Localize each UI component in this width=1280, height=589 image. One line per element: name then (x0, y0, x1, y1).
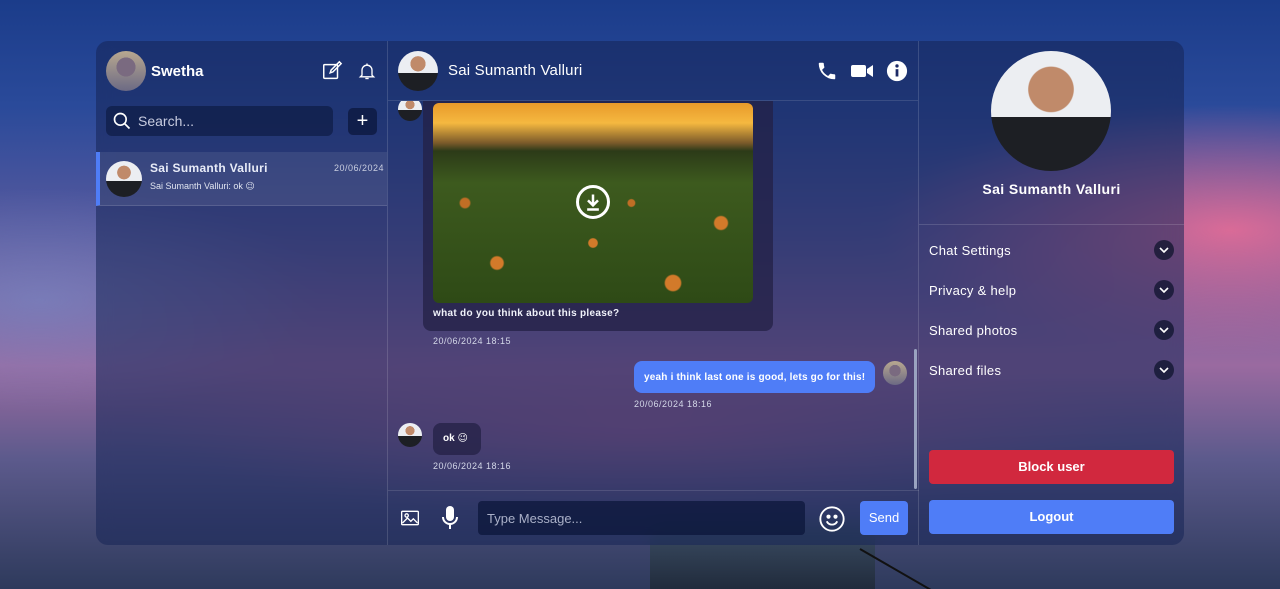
conversation-header: Sai Sumanth Valluri (388, 41, 918, 101)
contact-avatar (106, 161, 142, 197)
option-label: Shared files (929, 362, 1002, 378)
chevron-down-icon[interactable] (1154, 280, 1174, 300)
profile-name: Sai Sumanth Valluri (982, 181, 1121, 197)
image-icon[interactable] (400, 508, 420, 528)
composer: Send (388, 490, 919, 545)
contact-name: Sai Sumanth Valluri (448, 62, 583, 79)
chevron-down-icon[interactable] (1154, 360, 1174, 380)
details-panel: Sai Sumanth Valluri Chat Settings Privac… (919, 41, 1184, 545)
chevron-down-icon[interactable] (1154, 320, 1174, 340)
video-icon[interactable] (850, 61, 874, 81)
option-shared-files[interactable]: Shared files (929, 359, 1174, 381)
search-icon (112, 111, 132, 131)
block-user-button[interactable]: Block user (929, 450, 1174, 484)
send-button[interactable]: Send (860, 501, 908, 535)
outgoing-message: yeah i think last one is good, lets go f… (634, 361, 876, 393)
emoji-icon[interactable] (818, 505, 846, 533)
user-name: Swetha (151, 62, 204, 80)
chat-item-preview: Sai Sumanth Valluri: ok 😉 (150, 181, 255, 191)
phone-icon[interactable] (816, 60, 838, 82)
chat-item-name: Sai Sumanth Valluri (150, 161, 268, 175)
shared-image[interactable] (433, 103, 753, 303)
scrollbar[interactable] (914, 349, 917, 489)
divider (919, 224, 1184, 225)
chevron-down-icon[interactable] (1154, 240, 1174, 260)
sidebar-header: Swetha (96, 41, 387, 101)
conversation: Sai Sumanth Valluri what do you think ab… (388, 41, 919, 545)
option-label: Privacy & help (929, 282, 1017, 298)
chat-item-date: 20/06/2024 (333, 163, 384, 173)
message-time: 20/06/2024 18:16 (634, 399, 713, 409)
user-avatar[interactable] (106, 51, 146, 91)
message-time: 20/06/2024 18:16 (433, 461, 512, 471)
option-label: Shared photos (929, 322, 1018, 338)
option-chat-settings[interactable]: Chat Settings (929, 239, 1174, 261)
incoming-message: ok 😉 (433, 423, 481, 455)
profile-avatar (991, 51, 1111, 171)
image-message: what do you think about this please? (423, 101, 773, 331)
add-chat-button[interactable]: + (348, 108, 377, 135)
image-caption: what do you think about this please? (433, 308, 620, 319)
option-shared-photos[interactable]: Shared photos (929, 319, 1174, 341)
microphone-icon[interactable] (440, 505, 460, 531)
info-icon[interactable] (886, 60, 908, 82)
bell-icon[interactable] (357, 60, 377, 82)
search-input[interactable] (138, 113, 318, 129)
search-box (106, 106, 333, 136)
sidebar: Swetha + Sai Sumanth Valluri Sai Sumanth… (96, 41, 388, 545)
chat-app: Swetha + Sai Sumanth Valluri Sai Sumanth… (96, 41, 1184, 545)
user-avatar (883, 361, 907, 385)
chat-list-item[interactable]: Sai Sumanth Valluri Sai Sumanth Valluri:… (96, 152, 387, 206)
option-privacy-help[interactable]: Privacy & help (929, 279, 1174, 301)
logout-button[interactable]: Logout (929, 500, 1174, 534)
option-label: Chat Settings (929, 242, 1011, 258)
message-list[interactable]: what do you think about this please? 20/… (388, 101, 919, 490)
message-input[interactable] (478, 501, 805, 535)
edit-icon[interactable] (321, 60, 343, 82)
contact-avatar (398, 423, 422, 447)
contact-avatar[interactable] (398, 50, 438, 91)
download-icon[interactable] (576, 185, 610, 219)
contact-avatar (398, 101, 422, 121)
chat-item-text: Sai Sumanth Valluri Sai Sumanth Valluri:… (150, 161, 268, 196)
message-time: 20/06/2024 18:15 (433, 336, 512, 346)
